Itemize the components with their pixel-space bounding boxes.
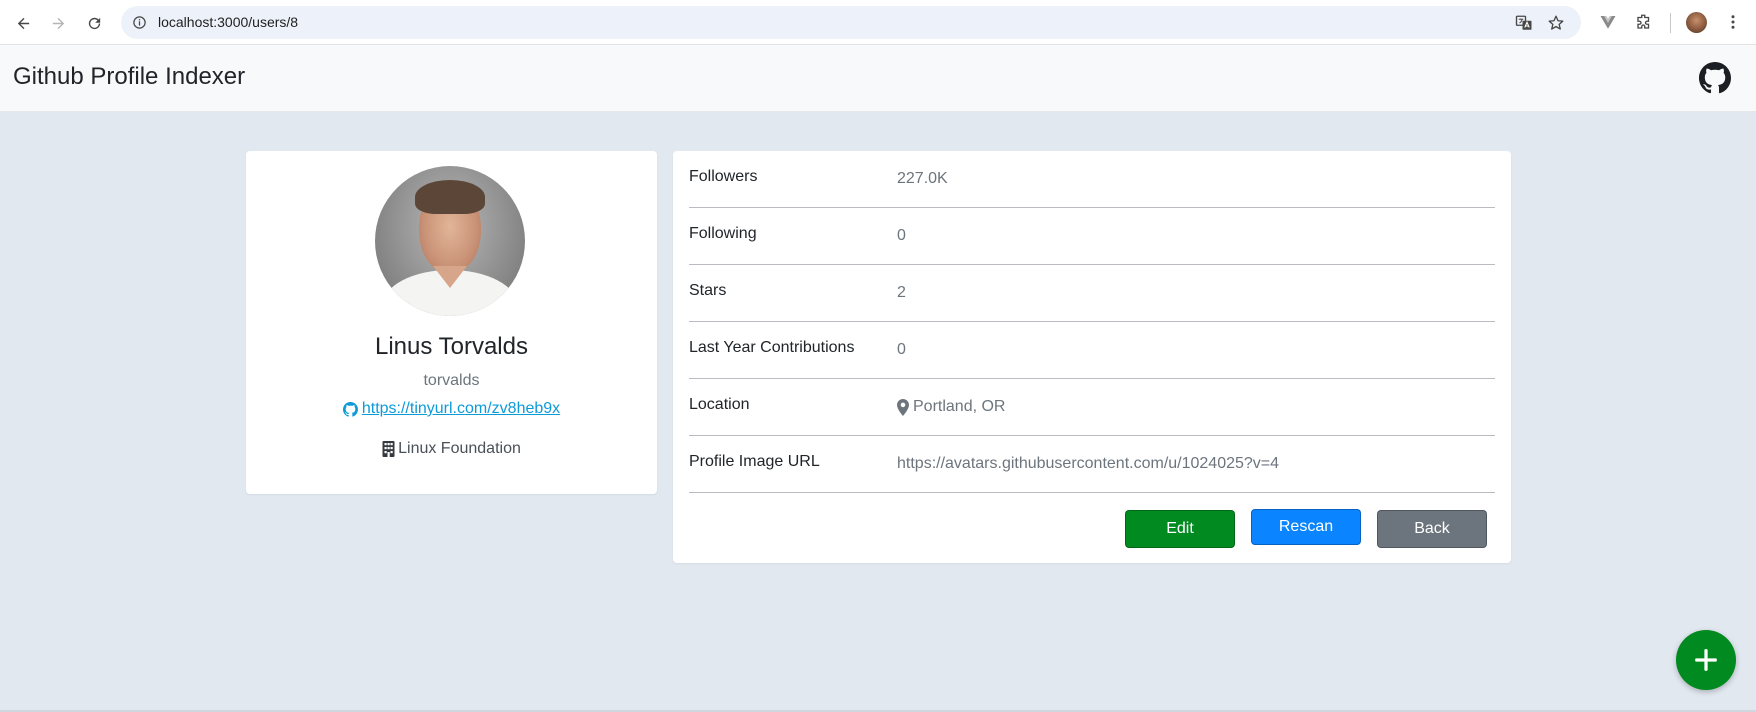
stat-value: 0 [897, 341, 906, 358]
company-name: Linux Foundation [398, 440, 521, 457]
plus-icon [1695, 649, 1717, 671]
stat-value-location: Portland, OR [897, 398, 1005, 416]
browser-toolbar: localhost:3000/users/8 [0, 0, 1756, 45]
forward-arrow-icon[interactable] [45, 10, 71, 36]
stat-label: Stars [689, 282, 727, 299]
profile-card: Linus Torvalds torvalds https://tinyurl.… [246, 151, 657, 494]
rescan-button[interactable]: Rescan [1251, 509, 1361, 545]
translate-icon[interactable] [1515, 14, 1533, 32]
stat-value: https://avatars.githubusercontent.com/u/… [897, 455, 1280, 472]
back-button[interactable]: Back [1377, 510, 1487, 548]
address-bar[interactable]: localhost:3000/users/8 [121, 6, 1581, 39]
map-marker-icon [897, 398, 909, 416]
url-text: localhost:3000/users/8 [158, 14, 299, 30]
edit-button[interactable]: Edit [1125, 510, 1235, 548]
browser-profile-avatar[interactable] [1686, 12, 1707, 33]
site-info-icon[interactable] [132, 15, 147, 30]
app-navbar: Github Profile Indexer [0, 45, 1756, 112]
profile-company: Linux Foundation [246, 440, 657, 458]
bookmark-star-icon[interactable] [1547, 14, 1565, 32]
stat-row-location: Location Portland, OR [689, 379, 1495, 436]
kebab-menu-icon[interactable] [1722, 11, 1744, 33]
avatar [375, 166, 525, 316]
stat-label: Profile Image URL [689, 453, 820, 470]
stat-row-following: Following 0 [689, 208, 1495, 265]
stat-label: Following [689, 225, 757, 242]
toolbar-divider [1670, 13, 1671, 33]
profile-username: torvalds [423, 372, 480, 389]
stat-row-contributions: Last Year Contributions 0 [689, 322, 1495, 379]
building-icon [382, 441, 395, 457]
extensions-puzzle-icon[interactable] [1633, 11, 1655, 33]
profile-name: Linus Torvalds [375, 333, 528, 360]
github-link-text[interactable]: https://tinyurl.com/zv8heb9x [362, 400, 560, 418]
github-icon [342, 401, 358, 417]
stat-label: Location [689, 396, 750, 413]
vue-devtools-icon[interactable] [1597, 11, 1619, 33]
stat-label: Last Year Contributions [689, 339, 855, 356]
stat-value: 2 [897, 284, 906, 301]
back-arrow-icon[interactable] [10, 10, 36, 36]
add-user-button[interactable] [1676, 630, 1736, 690]
github-logo-icon[interactable] [1699, 62, 1731, 94]
stat-row-stars: Stars 2 [689, 265, 1495, 322]
stat-row-profile-image-url: Profile Image URL https://avatars.github… [689, 436, 1495, 493]
github-profile-link[interactable]: https://tinyurl.com/zv8heb9x [246, 400, 657, 418]
stat-value: 227.0K [897, 170, 948, 187]
stat-label: Followers [689, 168, 758, 185]
location-text: Portland, OR [913, 398, 1006, 415]
stat-row-followers: Followers 227.0K [689, 151, 1495, 208]
stat-value: 0 [897, 227, 906, 244]
stats-card: Followers 227.0K Following 0 Stars 2 Las… [673, 151, 1511, 563]
reload-icon[interactable] [81, 10, 107, 36]
app-title[interactable]: Github Profile Indexer [13, 63, 245, 91]
